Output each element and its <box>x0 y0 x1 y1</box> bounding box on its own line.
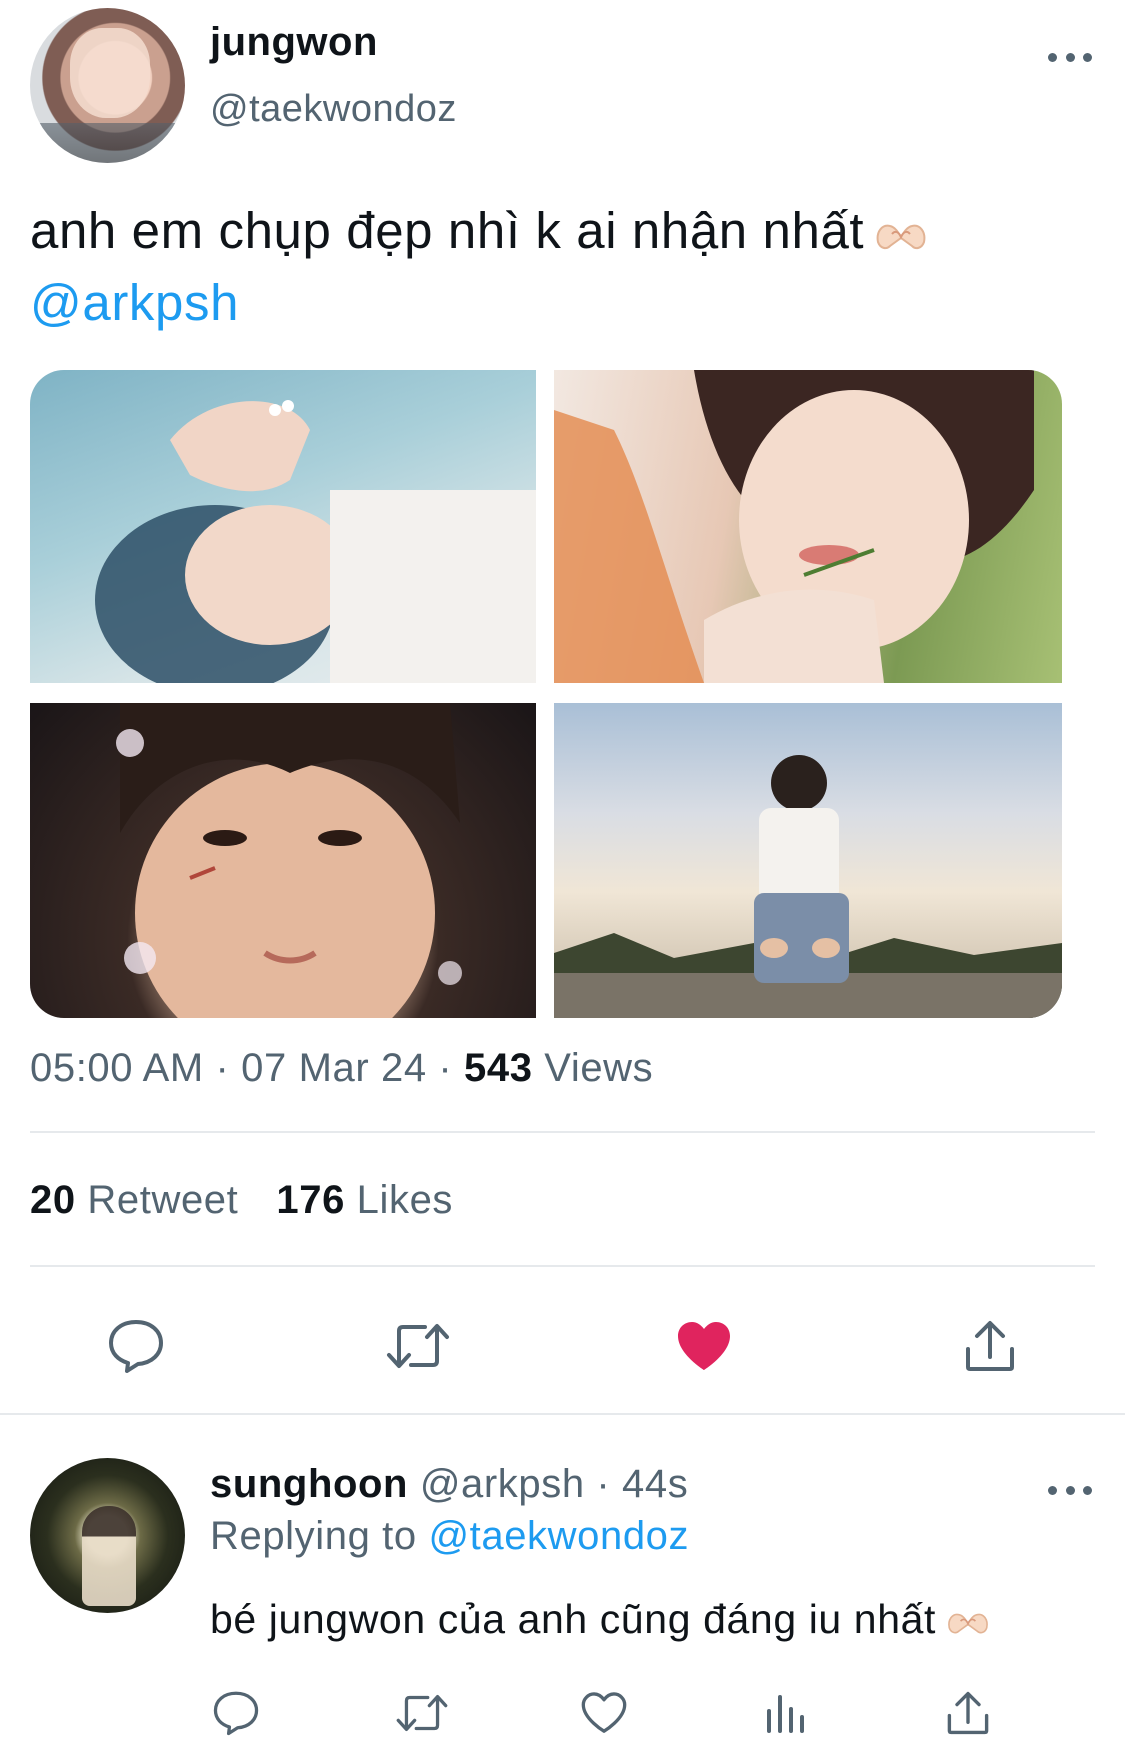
tweet-body: anh em chụp đẹp nhì k ai nhận nhất <box>30 202 865 259</box>
reply-button[interactable] <box>100 1310 172 1382</box>
reply-retweet-button[interactable] <box>392 1685 452 1740</box>
retweet-icon <box>387 1324 449 1368</box>
retweet-icon <box>396 1694 448 1731</box>
like-button[interactable] <box>668 1310 740 1382</box>
avatar-photo-detail <box>70 28 150 118</box>
reply-share-button[interactable] <box>938 1685 998 1740</box>
reply-body: bé jungwon của anh cũng đáng iu nhất <box>210 1596 937 1642</box>
dot <box>1065 1485 1075 1495</box>
likes-stat[interactable]: 176 Likes <box>276 1178 453 1222</box>
tweet-date: 07 Mar 24 <box>241 1046 427 1090</box>
dot <box>1083 1485 1092 1495</box>
dot <box>1083 52 1092 62</box>
reply-reply-button[interactable] <box>206 1685 266 1740</box>
views-count: 543 <box>464 1046 533 1090</box>
media-grid <box>30 370 1062 1018</box>
reply-more-options-icon[interactable] <box>1048 1480 1092 1500</box>
likes-label: Likes <box>356 1178 454 1222</box>
reply-like-button[interactable] <box>574 1685 634 1740</box>
retweet-button[interactable] <box>382 1310 454 1382</box>
photo-4-art <box>554 755 1062 1018</box>
share-button[interactable] <box>954 1310 1026 1382</box>
dot <box>1048 52 1057 62</box>
photo-2[interactable] <box>554 370 1062 683</box>
tweet-meta: 05:00 AM · 07 Mar 24 · 543 Views <box>30 1046 653 1091</box>
divider <box>30 1265 1095 1267</box>
views-label: Views <box>544 1046 654 1090</box>
heart-filled-icon <box>678 1322 730 1370</box>
dot <box>1048 1485 1057 1495</box>
avatar-photo-detail <box>82 1506 136 1606</box>
avatar-sunghoon[interactable] <box>30 1458 185 1613</box>
dot <box>1065 52 1075 62</box>
photo-3-art <box>116 703 462 1018</box>
tweet-time: 05:00 AM <box>30 1046 204 1090</box>
tweet-stats: 20 Retweet 176 Likes <box>30 1178 453 1223</box>
photo-1[interactable] <box>30 370 536 683</box>
reply-header: sunghoon @arkpsh · 44s <box>210 1462 688 1507</box>
heart-hands-emoji-icon <box>876 224 926 249</box>
mention-link[interactable]: @arkpsh <box>30 274 239 331</box>
heart-hands-emoji-icon <box>948 1613 988 1634</box>
replying-label: Replying to <box>210 1514 417 1558</box>
meta-separator: · <box>438 1046 453 1090</box>
reply-author-name[interactable]: sunghoon <box>210 1462 408 1506</box>
reply-icon <box>213 1691 259 1735</box>
reply-text: bé jungwon của anh cũng đáng iu nhất <box>210 1596 990 1643</box>
retweets-count: 20 <box>30 1178 76 1222</box>
tweet-text: anh em chụp đẹp nhì k ai nhận nhất @arkp… <box>30 195 1090 339</box>
meta-separator: · <box>215 1046 230 1090</box>
reply-author-handle[interactable]: @arkpsh <box>420 1462 585 1506</box>
more-options-icon[interactable] <box>1048 47 1092 67</box>
photo-3[interactable] <box>30 703 536 1018</box>
avatar-photo-shade <box>30 123 185 163</box>
reply-time: 44s <box>622 1462 689 1506</box>
photo-1-art <box>95 400 536 683</box>
reply-icon <box>109 1320 163 1373</box>
divider <box>30 1131 1095 1133</box>
author-handle[interactable]: @taekwondoz <box>210 88 457 131</box>
author-display-name[interactable]: jungwon <box>210 20 378 65</box>
divider <box>0 1413 1125 1415</box>
share-icon <box>966 1321 1014 1371</box>
reply-analytics-button[interactable] <box>756 1685 816 1740</box>
replying-to-mention[interactable]: @taekwondoz <box>428 1514 689 1558</box>
share-icon <box>947 1691 989 1734</box>
analytics-icon <box>767 1694 804 1733</box>
heart-outline-icon <box>581 1691 627 1733</box>
reply-separator: · <box>596 1462 611 1506</box>
retweets-label: Retweet <box>87 1178 239 1222</box>
photo-4[interactable] <box>554 703 1062 1018</box>
retweets-stat[interactable]: 20 Retweet <box>30 1178 238 1222</box>
replying-to: Replying to @taekwondoz <box>210 1514 689 1559</box>
likes-count: 176 <box>276 1178 345 1222</box>
avatar-jungwon[interactable] <box>30 8 185 163</box>
photo-2-art <box>554 370 1034 683</box>
